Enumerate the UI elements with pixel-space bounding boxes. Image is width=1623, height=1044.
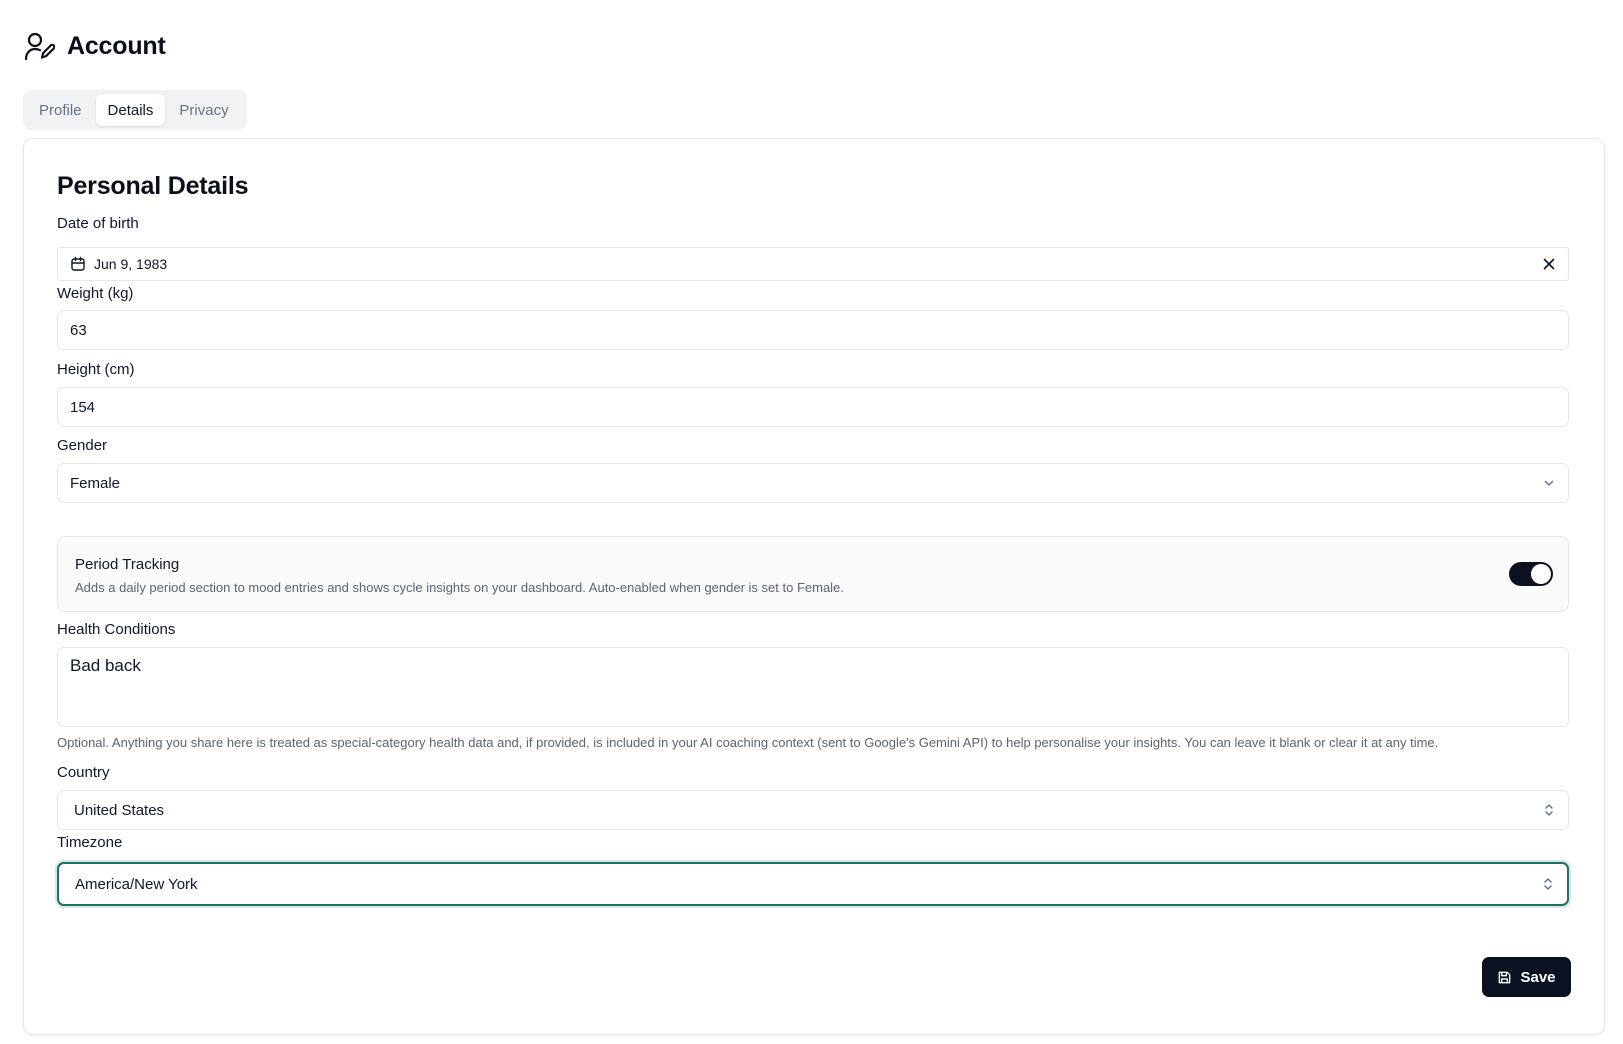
weight-label: Weight (kg) [57,285,134,302]
country-value: United States [74,801,165,819]
personal-details-card: Personal Details Date of birth Jun 9, 19… [23,138,1605,1035]
timezone-value: America/New York [75,875,198,893]
tab-profile[interactable]: Profile [27,94,94,126]
country-label: Country [57,764,110,781]
card-title: Personal Details [57,172,249,200]
tab-list: Profile Details Privacy [23,90,247,130]
period-tracking-toggle[interactable] [1509,562,1553,586]
close-icon[interactable] [1542,257,1556,271]
chevron-up-down-icon [1541,876,1555,892]
gender-select[interactable]: Female [57,463,1569,503]
weight-value: 63 [70,321,87,339]
dob-label: Date of birth [57,215,139,232]
user-edit-icon [24,32,55,61]
gender-value: Female [70,474,121,492]
tab-details[interactable]: Details [95,94,166,126]
save-label: Save [1520,968,1556,986]
period-tracking-description: Adds a daily period section to mood entr… [75,580,844,595]
health-conditions-help: Optional. Anything you share here is tre… [57,735,1439,750]
country-select[interactable]: United States [57,790,1569,830]
gender-label: Gender [57,437,108,454]
health-conditions-textarea[interactable]: Bad back [57,647,1569,727]
page-header: Account [23,30,166,62]
health-conditions-label: Health Conditions [57,621,176,638]
chevron-up-down-icon [1542,802,1556,818]
save-button[interactable]: Save [1482,957,1571,997]
period-tracking-panel: Period Tracking Adds a daily period sect… [57,536,1569,612]
floppy-disk-icon [1497,970,1512,985]
chevron-down-icon [1542,476,1556,490]
tab-privacy[interactable]: Privacy [167,94,240,126]
height-input[interactable]: 154 [57,387,1569,427]
timezone-select[interactable]: America/New York [57,862,1569,906]
period-tracking-title: Period Tracking [75,556,180,573]
dob-value: Jun 9, 1983 [94,256,168,272]
height-label: Height (cm) [57,361,135,378]
dob-field[interactable]: Jun 9, 1983 [57,247,1569,281]
height-value: 154 [70,398,96,416]
timezone-label: Timezone [57,834,123,851]
calendar-icon [70,256,86,272]
page-title: Account [67,31,166,60]
account-page: Account Profile Details Privacy Personal… [0,0,1623,1044]
toggle-knob [1531,564,1551,584]
weight-input[interactable]: 63 [57,310,1569,350]
